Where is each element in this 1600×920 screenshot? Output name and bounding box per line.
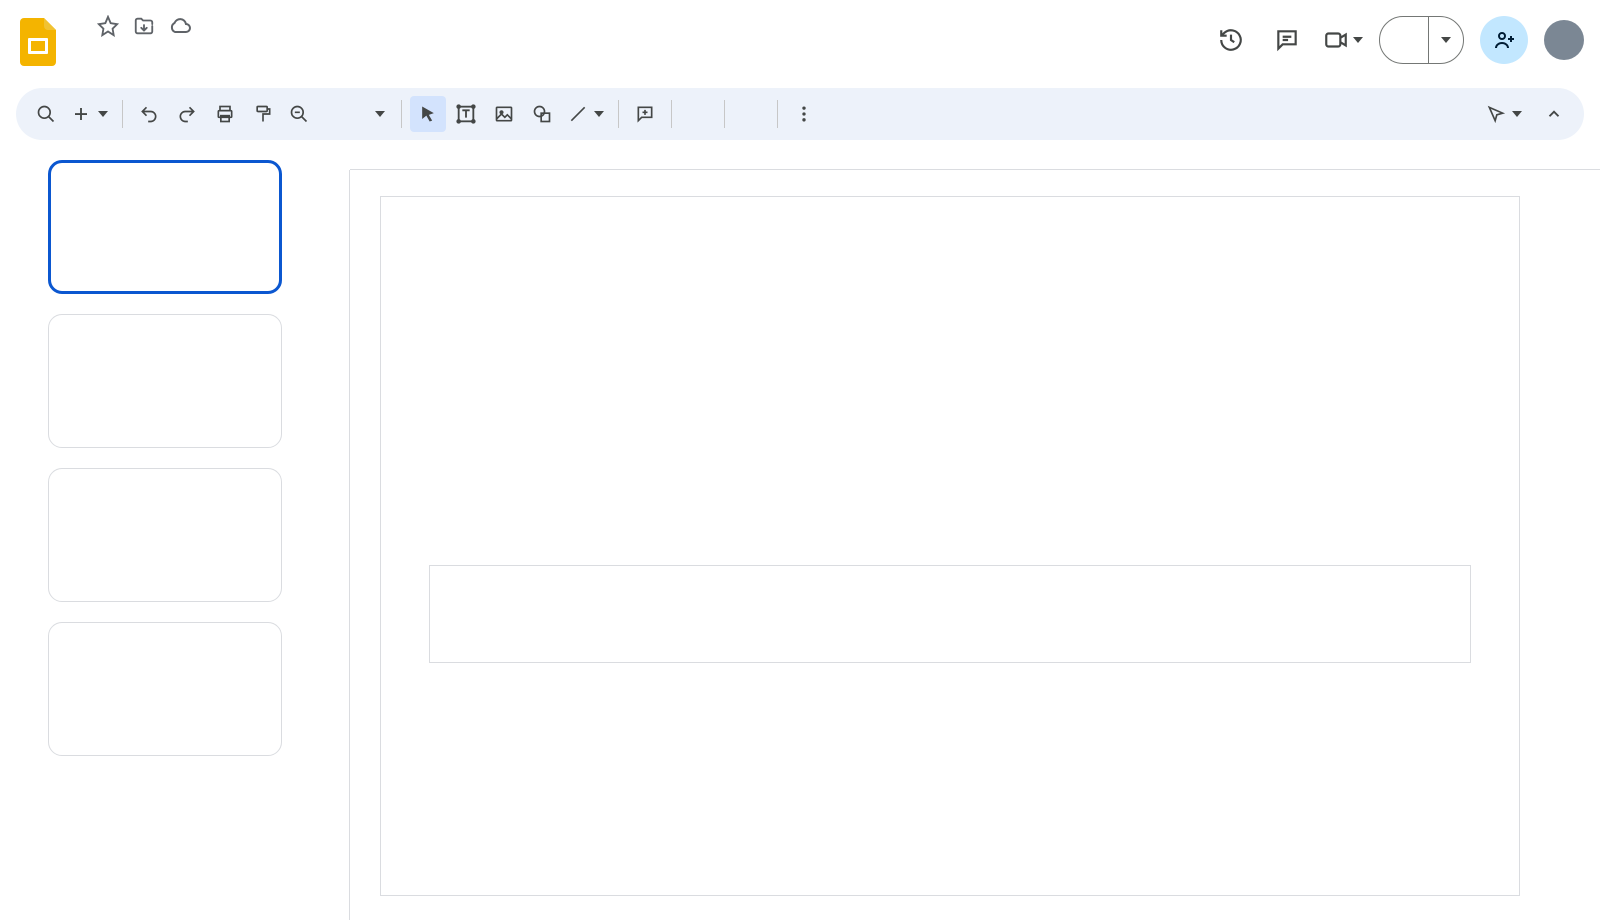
ruler-horizontal[interactable] <box>350 148 1600 170</box>
menu-file[interactable] <box>72 46 92 54</box>
paint-format-icon[interactable] <box>245 96 281 132</box>
separator <box>671 100 672 128</box>
add-comment-icon[interactable] <box>627 96 663 132</box>
zoom-icon <box>289 104 309 124</box>
account-avatar[interactable] <box>1544 20 1584 60</box>
print-icon[interactable] <box>207 96 243 132</box>
menu-arrange[interactable] <box>204 46 224 54</box>
redo-icon[interactable] <box>169 96 205 132</box>
ruler-vertical[interactable] <box>310 170 350 920</box>
star-icon[interactable] <box>96 14 120 38</box>
thumbnail-1[interactable] <box>20 160 302 294</box>
slide-canvas[interactable] <box>380 196 1520 896</box>
menu-edit[interactable] <box>94 46 114 54</box>
thumb-number <box>20 160 48 166</box>
canvas-area <box>310 148 1600 920</box>
menu-format[interactable] <box>160 46 180 54</box>
select-tool-icon[interactable] <box>410 96 446 132</box>
share-button[interactable] <box>1480 16 1528 64</box>
slide-subtitle-placeholder[interactable] <box>429 565 1471 663</box>
menu-slide[interactable] <box>182 46 202 54</box>
caret-down-icon <box>594 111 604 117</box>
new-slide-button[interactable] <box>66 96 114 132</box>
header-actions <box>1211 16 1584 64</box>
thumbnail-2[interactable] <box>20 314 302 448</box>
move-icon[interactable] <box>132 14 156 38</box>
slideshow-main[interactable] <box>1380 17 1429 63</box>
title-area <box>72 8 1211 54</box>
comments-icon[interactable] <box>1267 20 1307 60</box>
shape-icon[interactable] <box>524 96 560 132</box>
thumb-number <box>20 622 48 628</box>
separator <box>618 100 619 128</box>
meet-button[interactable] <box>1323 27 1363 53</box>
layout-button[interactable] <box>733 96 769 132</box>
textbox-icon[interactable] <box>448 96 484 132</box>
thumb-number <box>20 314 48 320</box>
history-icon[interactable] <box>1211 20 1251 60</box>
pointer-mode-icon[interactable] <box>1480 96 1528 132</box>
more-options-icon[interactable] <box>786 96 822 132</box>
separator <box>724 100 725 128</box>
app-header <box>0 0 1600 80</box>
menu-view[interactable] <box>116 46 136 54</box>
image-icon[interactable] <box>486 96 522 132</box>
menu-bar <box>72 46 1211 54</box>
separator <box>777 100 778 128</box>
cloud-status-icon[interactable] <box>168 14 192 38</box>
caret-down-icon <box>1512 111 1522 117</box>
separator <box>401 100 402 128</box>
menu-extensions[interactable] <box>248 46 268 54</box>
slides-logo[interactable] <box>16 12 60 72</box>
menu-overflow[interactable] <box>270 46 282 54</box>
separator <box>122 100 123 128</box>
filmstrip[interactable] <box>0 148 310 920</box>
caret-down-icon <box>1353 37 1363 43</box>
background-button[interactable] <box>680 96 716 132</box>
document-title[interactable] <box>72 24 84 28</box>
caret-down-icon <box>375 111 385 117</box>
menu-insert[interactable] <box>138 46 158 54</box>
slideshow-button <box>1379 16 1464 64</box>
caret-down-icon <box>98 111 108 117</box>
main-area <box>0 148 1600 920</box>
search-menus-icon[interactable] <box>28 96 64 132</box>
menu-tools[interactable] <box>226 46 246 54</box>
caret-down-icon <box>1441 37 1451 43</box>
thumbnail-4[interactable] <box>20 622 302 756</box>
undo-icon[interactable] <box>131 96 167 132</box>
thumbnail-3[interactable] <box>20 468 302 602</box>
hide-menus-icon[interactable] <box>1536 96 1572 132</box>
line-icon[interactable] <box>562 96 610 132</box>
zoom-control[interactable] <box>283 96 393 132</box>
slideshow-dropdown[interactable] <box>1429 17 1463 63</box>
thumb-number <box>20 468 48 474</box>
toolbar <box>16 88 1584 140</box>
